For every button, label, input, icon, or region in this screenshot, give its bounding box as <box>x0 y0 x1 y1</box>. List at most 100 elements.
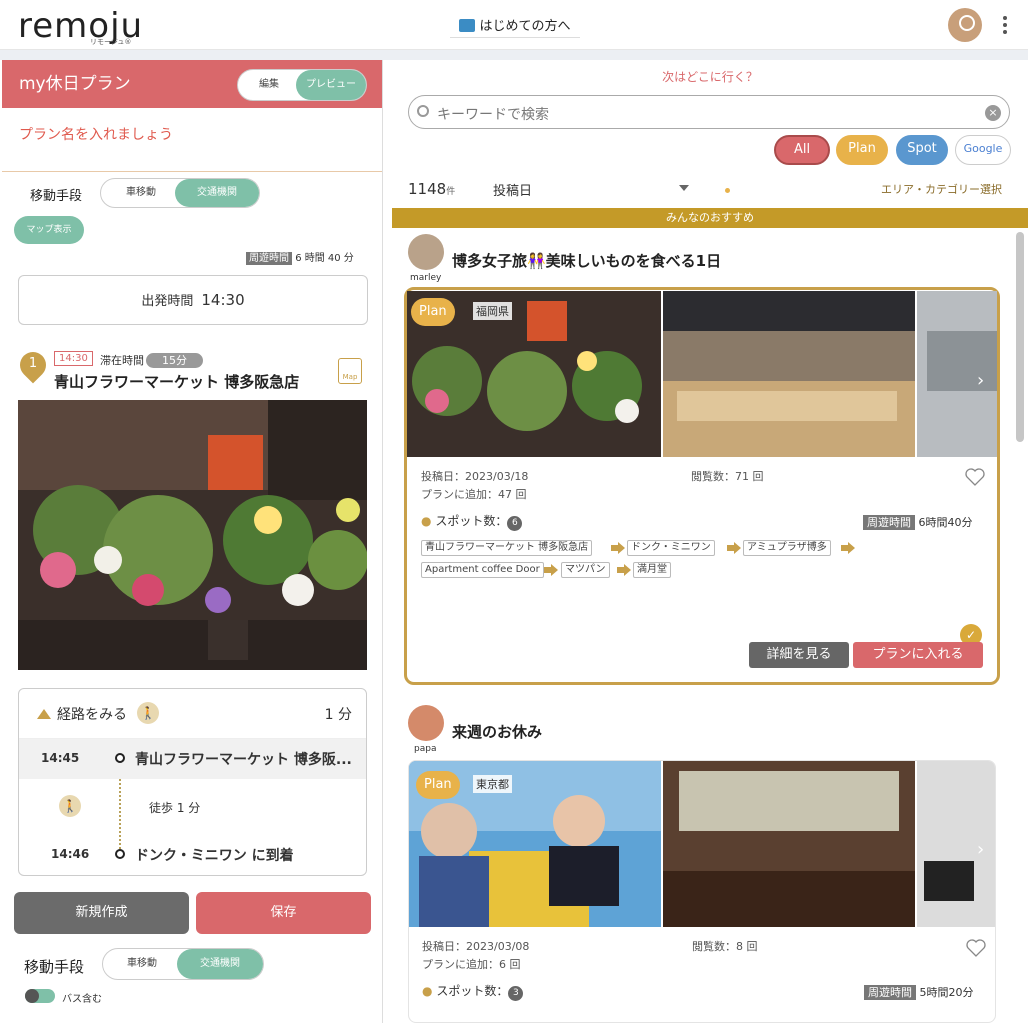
stay-time: 滞在時間 15分 <box>100 352 203 368</box>
stay-label: 滞在時間 <box>100 354 144 367</box>
depart-time: 14:30 <box>201 291 245 309</box>
loop-value: 6 時間 40 分 <box>295 253 354 264</box>
spot-chip[interactable]: 青山フラワーマーケット 博多阪急店 <box>421 540 593 556</box>
avatar[interactable] <box>408 234 444 270</box>
card-posted: 投稿日：2023/03/08 <box>422 940 530 953</box>
spot-chip[interactable]: マツパン <box>561 562 610 578</box>
edit-preview-toggle[interactable]: 編集 プレビュー <box>237 69 367 101</box>
transit-option[interactable]: 交通機関 <box>177 949 263 979</box>
prefecture-label: 福岡県 <box>473 302 512 320</box>
clear-icon[interactable]: × <box>985 105 1001 121</box>
car-option[interactable]: 車移動 <box>103 949 181 979</box>
save-button[interactable]: 保存 <box>196 892 371 934</box>
move-row: 移動手段 車移動 交通機関 <box>2 172 382 218</box>
spot-name: 青山フラワーマーケット 博多阪急店 <box>54 373 300 391</box>
sort-select[interactable]: 投稿日 <box>493 180 532 199</box>
dot-indicator <box>725 188 730 193</box>
card-user: papa <box>414 744 437 754</box>
filter-spot[interactable]: Spot <box>896 135 948 165</box>
card-loop: 周遊時間 5時間20分 <box>864 984 974 1000</box>
kebab-menu-icon[interactable] <box>1003 16 1007 37</box>
route-panel: 経路をみる 🚶 1 分 14:45 青山フラワーマーケット 博多阪... 🚶 徒… <box>18 688 367 876</box>
card-title[interactable]: 来週のお休み <box>452 721 542 742</box>
route-row: 14:45 青山フラワーマーケット 博多阪... <box>19 739 366 779</box>
collapse-triangle-icon <box>37 709 51 719</box>
map-icon[interactable]: Map <box>338 358 362 384</box>
arrow-right-icon <box>841 542 855 554</box>
card-views: 閲覧数：71 回 <box>691 470 764 483</box>
plan-header: my休日プラン 編集 プレビュー <box>2 60 382 108</box>
spot-photo <box>18 400 367 670</box>
bottom-move-toggle[interactable]: 車移動 交通機関 <box>102 948 264 980</box>
route-name: ドンク・ミニワン に到着 <box>135 848 294 864</box>
spot-chip[interactable]: Apartment coffee Door <box>421 562 544 578</box>
edit-option[interactable]: 編集 <box>238 70 300 100</box>
card-posted: 投稿日：2023/03/18 <box>421 470 529 483</box>
filter-google[interactable]: Google <box>955 135 1011 165</box>
filter-plan[interactable]: Plan <box>836 135 888 165</box>
spot-count-label: スポット数： <box>435 514 508 528</box>
search-icon <box>417 105 429 117</box>
transit-option[interactable]: 交通機関 <box>175 179 259 207</box>
card-added: プランに追加：6 回 <box>422 958 521 971</box>
move-toggle[interactable]: 車移動 交通機関 <box>100 178 260 208</box>
plan-card[interactable]: Plan 東京都 › 投稿日：2023/03/08 プランに追加：6 回 閲覧数… <box>408 760 996 1023</box>
arrow-right-icon <box>611 542 625 554</box>
loop-tag: 周遊時間 <box>863 515 915 530</box>
loop-value: 6時間40分 <box>918 516 973 529</box>
plan-panel: my休日プラン 編集 プレビュー プラン名を入れましょう 移動手段 車移動 交通… <box>2 60 383 1023</box>
add-to-plan-button[interactable]: プランに入れる <box>853 642 983 668</box>
user-avatar[interactable] <box>948 8 982 42</box>
loop-tag: 周遊時間 <box>864 985 916 1000</box>
depart-time-field[interactable]: 出発時間 14:30 <box>18 275 368 325</box>
plan-title: my休日プラン <box>19 74 131 94</box>
car-option[interactable]: 車移動 <box>101 179 181 207</box>
filter-all[interactable]: All <box>774 135 830 165</box>
card-title[interactable]: 博多女子旅👭美味しいものを食べる1日 <box>452 250 721 271</box>
result-count: 1148件 <box>408 180 455 198</box>
count-value: 1148 <box>408 180 447 198</box>
route-label: 経路をみる <box>57 707 127 723</box>
chevron-right-icon[interactable]: › <box>977 839 984 860</box>
chevron-right-icon[interactable]: › <box>977 370 984 391</box>
map-display-button[interactable]: マップ表示 <box>14 216 84 244</box>
spot-number: 1 <box>28 356 38 371</box>
card-user: marley <box>410 273 442 283</box>
arrow-right-icon <box>544 564 558 576</box>
bus-switch[interactable] <box>25 989 55 1003</box>
route-minutes: 1 分 <box>324 707 352 723</box>
spot-chip[interactable]: 満月堂 <box>633 562 671 578</box>
guide-link[interactable]: はじめての方へ <box>450 14 580 38</box>
spot-chip[interactable]: アミュプラザ博多 <box>743 540 831 556</box>
plan-name-input[interactable]: プラン名を入れましょう <box>2 108 382 172</box>
scrollbar[interactable] <box>1016 232 1024 442</box>
heart-icon[interactable] <box>965 468 985 486</box>
spot-count-value: 3 <box>508 986 524 1001</box>
search-input[interactable]: キーワードで検索 × <box>408 95 1010 129</box>
bottom-move-label: 移動手段 <box>24 958 85 976</box>
divider <box>0 50 1028 60</box>
spot-chip[interactable]: ドンク・ミニワン <box>627 540 715 556</box>
card-added: プランに追加：47 回 <box>421 488 527 501</box>
route-dot <box>115 753 125 763</box>
detail-button[interactable]: 詳細を見る <box>749 642 849 668</box>
guide-label: はじめての方へ <box>479 19 571 34</box>
area-category-select[interactable]: エリア・カテゴリー選択 <box>881 181 1002 197</box>
loop-tag: 周遊時間 <box>246 252 292 265</box>
route-row: 14:46 ドンク・ミニワン に到着 <box>19 835 366 875</box>
heart-icon[interactable] <box>966 939 986 957</box>
logo-sub: リモージュ® <box>90 38 132 46</box>
search-placeholder: キーワードで検索 <box>437 107 549 123</box>
search-panel: 次はどこに行く？ キーワードで検索 × All Plan Spot Google… <box>392 60 1028 1023</box>
stay-value[interactable]: 15分 <box>146 353 203 368</box>
new-plan-button[interactable]: 新規作成 <box>14 892 189 934</box>
preview-option[interactable]: プレビュー <box>296 70 366 100</box>
route-time: 14:46 <box>51 847 90 861</box>
prefecture-label: 東京都 <box>473 775 512 793</box>
route-toggle[interactable]: 経路をみる 🚶 1 分 <box>19 689 366 739</box>
chevron-down-icon[interactable] <box>679 185 689 191</box>
plan-card[interactable]: Plan 福岡県 › 投稿日：2023/03/18 プランに追加：47 回 閲覧… <box>404 287 1000 685</box>
route-time: 14:45 <box>41 751 80 765</box>
plan-badge: Plan <box>411 298 455 326</box>
avatar[interactable] <box>408 705 444 741</box>
